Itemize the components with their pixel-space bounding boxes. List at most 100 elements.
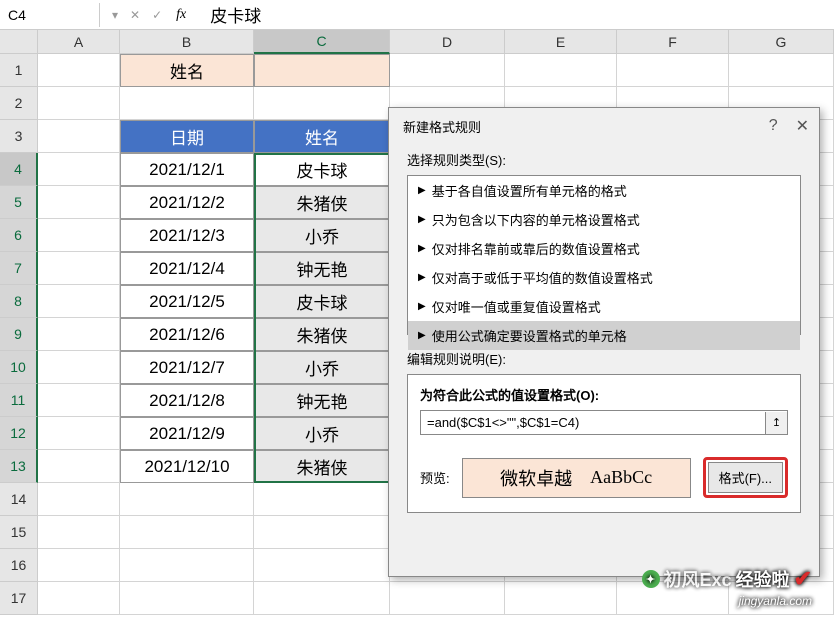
cell[interactable]: 皮卡球: [254, 285, 390, 318]
rule-item[interactable]: ▶仅对高于或低于平均值的数值设置格式: [408, 263, 800, 292]
cell[interactable]: [38, 153, 120, 186]
cell[interactable]: 钟无艳: [254, 384, 390, 417]
cell[interactable]: 小乔: [254, 417, 390, 450]
row-header[interactable]: 9: [0, 318, 38, 351]
select-all-corner[interactable]: [0, 30, 38, 54]
cell[interactable]: 皮卡球: [254, 153, 390, 186]
cell[interactable]: [38, 186, 120, 219]
cell[interactable]: 朱猪侠: [254, 450, 390, 483]
cell[interactable]: 2021/12/5: [120, 285, 254, 318]
cell[interactable]: [38, 219, 120, 252]
cell[interactable]: [120, 582, 254, 615]
row-header[interactable]: 13: [0, 450, 38, 483]
row-header[interactable]: 4: [0, 153, 38, 186]
col-header[interactable]: E: [505, 30, 617, 54]
col-header[interactable]: A: [38, 30, 120, 54]
cell[interactable]: [38, 549, 120, 582]
cell[interactable]: [120, 483, 254, 516]
cell[interactable]: 姓名: [120, 54, 254, 87]
cell[interactable]: 姓名: [254, 120, 390, 153]
fx-icon[interactable]: fx: [170, 7, 192, 23]
cell[interactable]: [120, 516, 254, 549]
cell[interactable]: [254, 483, 390, 516]
rule-item[interactable]: ▶仅对唯一值或重复值设置格式: [408, 292, 800, 321]
cell[interactable]: [617, 54, 729, 87]
cell[interactable]: [729, 54, 834, 87]
cell[interactable]: 小乔: [254, 219, 390, 252]
row-header[interactable]: 12: [0, 417, 38, 450]
rule-item[interactable]: ▶仅对排名靠前或靠后的数值设置格式: [408, 234, 800, 263]
format-button[interactable]: 格式(F)...: [708, 462, 783, 493]
confirm-fx-icon[interactable]: ✓: [148, 8, 166, 22]
cell[interactable]: [38, 120, 120, 153]
range-selector-icon[interactable]: ↥: [765, 412, 787, 434]
cell[interactable]: 2021/12/4: [120, 252, 254, 285]
cell[interactable]: 朱猪侠: [254, 186, 390, 219]
cell[interactable]: 2021/12/2: [120, 186, 254, 219]
row-header[interactable]: 17: [0, 582, 38, 615]
cell[interactable]: [38, 285, 120, 318]
cell[interactable]: 朱猪侠: [254, 318, 390, 351]
dropdown-icon[interactable]: ▾: [108, 8, 122, 22]
cell[interactable]: [38, 582, 120, 615]
cell[interactable]: [505, 54, 617, 87]
cell[interactable]: [254, 549, 390, 582]
row-header[interactable]: 16: [0, 549, 38, 582]
cell[interactable]: [390, 54, 505, 87]
row-header[interactable]: 7: [0, 252, 38, 285]
col-header[interactable]: G: [729, 30, 834, 54]
cell[interactable]: [38, 516, 120, 549]
cell[interactable]: [38, 318, 120, 351]
close-icon[interactable]: ✕: [796, 116, 809, 136]
cell[interactable]: [38, 87, 120, 120]
cell[interactable]: 2021/12/8: [120, 384, 254, 417]
formula-input[interactable]: [421, 411, 765, 434]
col-header[interactable]: C: [254, 30, 390, 54]
help-icon[interactable]: ?: [769, 117, 778, 135]
cell[interactable]: 2021/12/9: [120, 417, 254, 450]
col-header[interactable]: B: [120, 30, 254, 54]
row-header[interactable]: 8: [0, 285, 38, 318]
cell[interactable]: 钟无艳: [254, 252, 390, 285]
cell[interactable]: [38, 483, 120, 516]
rule-item[interactable]: ▶使用公式确定要设置格式的单元格: [408, 321, 800, 350]
col-header[interactable]: F: [617, 30, 729, 54]
cell[interactable]: [38, 54, 120, 87]
cell[interactable]: [38, 417, 120, 450]
cell[interactable]: [38, 450, 120, 483]
cell[interactable]: [38, 384, 120, 417]
cell[interactable]: [254, 582, 390, 615]
cell[interactable]: 2021/12/6: [120, 318, 254, 351]
cell[interactable]: [38, 351, 120, 384]
row-header[interactable]: 1: [0, 54, 38, 87]
row-header[interactable]: 15: [0, 516, 38, 549]
rule-type-list[interactable]: ▶基于各自值设置所有单元格的格式 ▶只为包含以下内容的单元格设置格式 ▶仅对排名…: [407, 175, 801, 335]
row-header[interactable]: 2: [0, 87, 38, 120]
name-box[interactable]: C4: [0, 3, 100, 27]
cell[interactable]: [38, 252, 120, 285]
row-header[interactable]: 11: [0, 384, 38, 417]
cell[interactable]: [254, 516, 390, 549]
cell[interactable]: 2021/12/10: [120, 450, 254, 483]
cell[interactable]: 2021/12/3: [120, 219, 254, 252]
cell[interactable]: [390, 582, 505, 615]
row-header[interactable]: 10: [0, 351, 38, 384]
cell[interactable]: 2021/12/1: [120, 153, 254, 186]
cancel-fx-icon[interactable]: ✕: [126, 8, 144, 22]
cell[interactable]: [254, 87, 390, 120]
row-header[interactable]: 5: [0, 186, 38, 219]
cell[interactable]: [120, 87, 254, 120]
cell[interactable]: [120, 549, 254, 582]
cell[interactable]: [505, 582, 617, 615]
cell[interactable]: 小乔: [254, 351, 390, 384]
rule-item[interactable]: ▶基于各自值设置所有单元格的格式: [408, 176, 800, 205]
cell[interactable]: [254, 54, 390, 87]
cell[interactable]: 日期: [120, 120, 254, 153]
cell[interactable]: 2021/12/7: [120, 351, 254, 384]
row-header[interactable]: 3: [0, 120, 38, 153]
formula-bar-input[interactable]: 皮卡球: [200, 0, 271, 31]
row-header[interactable]: 6: [0, 219, 38, 252]
col-header[interactable]: D: [390, 30, 505, 54]
rule-item[interactable]: ▶只为包含以下内容的单元格设置格式: [408, 205, 800, 234]
row-header[interactable]: 14: [0, 483, 38, 516]
